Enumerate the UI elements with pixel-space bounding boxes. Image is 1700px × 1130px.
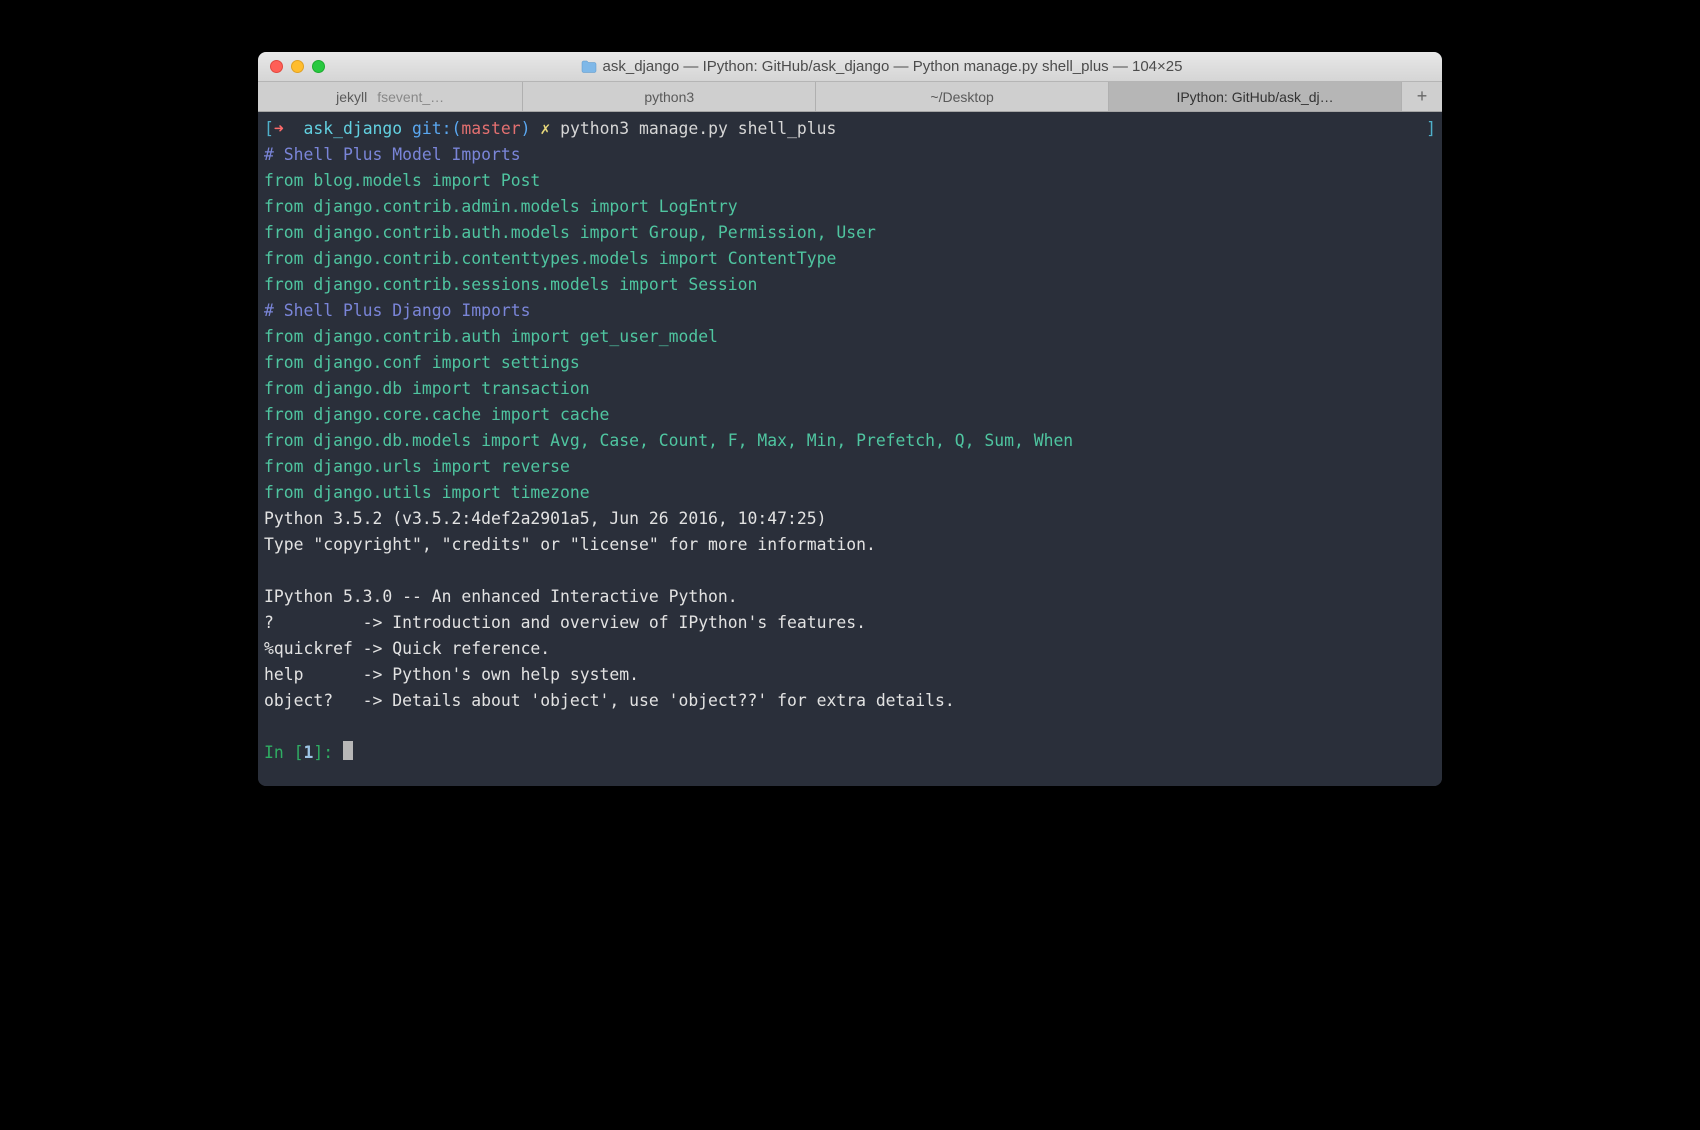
output-line: from django.contrib.auth.models import G…	[264, 223, 876, 242]
tab-jekyll-fsevent[interactable]: jekyll fsevent_…	[258, 82, 523, 111]
in-post: ]:	[313, 743, 343, 762]
output-line: Type "copyright", "credits" or "license"…	[264, 535, 876, 554]
output-line: from django.utils import timezone	[264, 483, 590, 502]
tab-sub-jekyll: jekyll	[336, 89, 367, 105]
prompt-git-label: git:(	[402, 119, 461, 138]
output-line: # Shell Plus Django Imports	[264, 301, 530, 320]
ipython-in-prompt: In [1]:	[264, 743, 343, 762]
tab-bar: jekyll fsevent_… python3 ~/Desktop IPyth…	[258, 82, 1442, 112]
tab-python3[interactable]: python3	[523, 82, 816, 111]
traffic-lights	[270, 60, 325, 73]
new-tab-button[interactable]: +	[1402, 82, 1442, 111]
tab-desktop[interactable]: ~/Desktop	[816, 82, 1109, 111]
prompt-branch: master	[461, 119, 520, 138]
output-line: from django.db import transaction	[264, 379, 590, 398]
terminal-body[interactable]: [➜ ask_django git:(master) ✗ python3 man…	[258, 112, 1442, 786]
close-icon[interactable]	[270, 60, 283, 73]
zoom-icon[interactable]	[312, 60, 325, 73]
in-num: 1	[303, 743, 313, 762]
output-line: from django.contrib.auth import get_user…	[264, 327, 718, 346]
prompt-dir: ask_django	[303, 119, 402, 138]
titlebar[interactable]: ask_django — IPython: GitHub/ask_django …	[258, 52, 1442, 82]
output-line: # Shell Plus Model Imports	[264, 145, 521, 164]
output-line: IPython 5.3.0 -- An enhanced Interactive…	[264, 587, 738, 606]
output-line: %quickref -> Quick reference.	[264, 639, 550, 658]
output-line: from django.contrib.sessions.models impo…	[264, 275, 757, 294]
output-line: object? -> Details about 'object', use '…	[264, 691, 955, 710]
output-line: from blog.models import Post	[264, 171, 540, 190]
tab-sub-fsevent: fsevent_…	[377, 89, 444, 105]
prompt-dirty-icon: ✗	[540, 119, 550, 138]
output-line: from django.contrib.admin.models import …	[264, 197, 738, 216]
output-line: Python 3.5.2 (v3.5.2:4def2a2901a5, Jun 2…	[264, 509, 826, 528]
window-title-group: ask_django — IPython: GitHub/ask_django …	[333, 58, 1430, 75]
prompt-arrow-icon: ➜	[274, 119, 304, 138]
prompt-command: python3 manage.py shell_plus	[550, 119, 836, 138]
cursor-icon	[343, 741, 353, 760]
minimize-icon[interactable]	[291, 60, 304, 73]
tab-ipython-active[interactable]: IPython: GitHub/ask_dj…	[1109, 82, 1402, 111]
output-line: ? -> Introduction and overview of IPytho…	[264, 613, 866, 632]
in-pre: In [	[264, 743, 303, 762]
output-line: from django.conf import settings	[264, 353, 580, 372]
output-line: from django.urls import reverse	[264, 457, 570, 476]
output-line: from django.db.models import Avg, Case, …	[264, 431, 1073, 450]
output-line: help -> Python's own help system.	[264, 665, 639, 684]
terminal-window: ask_django — IPython: GitHub/ask_django …	[258, 52, 1442, 786]
prompt-right-bracket: ]	[1426, 116, 1436, 142]
prompt-git-close: )	[521, 119, 541, 138]
window-title: ask_django — IPython: GitHub/ask_django …	[603, 58, 1183, 75]
output-line: from django.core.cache import cache	[264, 405, 609, 424]
prompt-left-bracket: [	[264, 119, 274, 138]
folder-icon	[581, 60, 597, 73]
output-line: from django.contrib.contenttypes.models …	[264, 249, 836, 268]
